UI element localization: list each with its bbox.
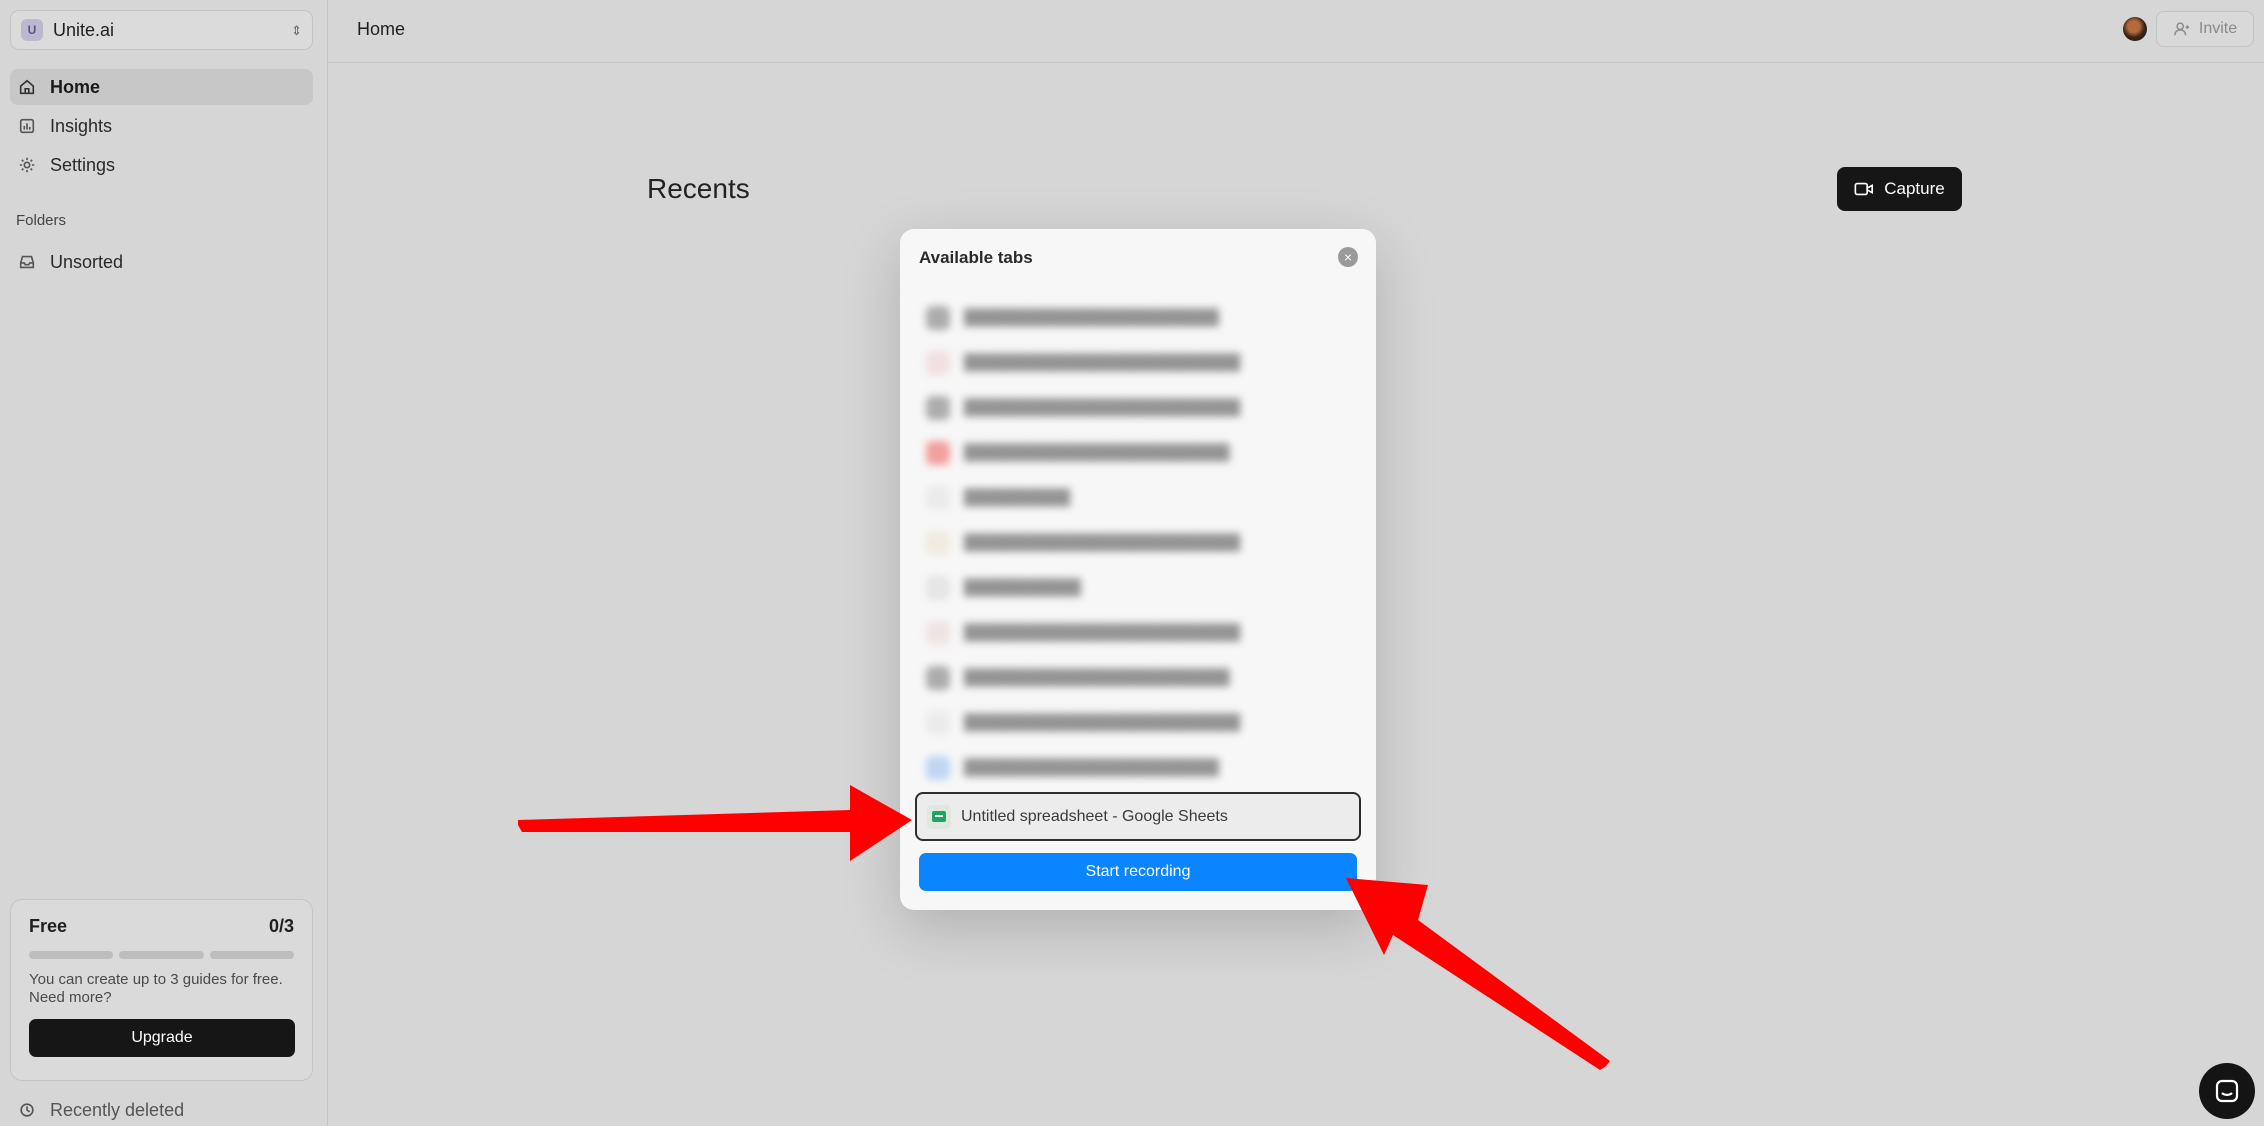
inbox-icon [18, 253, 36, 271]
tab-title-redacted: ████████████████████████ [964, 759, 1220, 776]
favicon-icon [926, 755, 950, 780]
favicon-icon [926, 620, 950, 645]
list-item[interactable]: ███████████ [918, 565, 1358, 610]
favicon-icon [926, 710, 950, 735]
favicon-icon [926, 485, 950, 510]
list-item[interactable]: ██████████████████████████ [918, 340, 1358, 385]
avatar[interactable] [2123, 17, 2147, 41]
list-item[interactable]: ████████████████████████ [918, 295, 1358, 340]
sidebar-item-label: Insights [50, 115, 113, 136]
selected-tab-item[interactable]: Untitled spreadsheet - Google Sheets [915, 792, 1361, 841]
plan-usage-count: 0/3 [268, 916, 294, 936]
sidebar-item-label: Unsorted [50, 251, 124, 272]
annotation-arrow-left [518, 785, 912, 861]
chart-icon [18, 117, 36, 135]
recents-heading: Recents [647, 173, 750, 204]
gear-icon [18, 156, 36, 174]
tab-list: ████████████████████████ ███████████████… [918, 295, 1358, 795]
google-sheets-icon [927, 804, 951, 829]
sidebar-item-home[interactable]: Home [10, 69, 313, 105]
dialog-title: Available tabs [919, 248, 1033, 267]
page-title: Home [357, 19, 406, 39]
chat-icon [2215, 1079, 2239, 1103]
list-item[interactable]: ██████████████████████████ [918, 520, 1358, 565]
trash-restore-icon [18, 1101, 36, 1119]
list-item[interactable]: ██████████████████████████ [918, 610, 1358, 655]
list-item[interactable]: █████████████████████████ [918, 655, 1358, 700]
workspace-badge: U [21, 19, 43, 41]
annotation-arrow-right [1346, 878, 1610, 1070]
tab-title-redacted: ███████████ [964, 579, 1081, 596]
tab-title-redacted: ████████████████████████ [964, 309, 1220, 326]
workspace-switcher[interactable]: U Unite.ai ⇕ [10, 10, 313, 50]
sidebar-item-label: Home [50, 76, 101, 97]
favicon-icon [926, 395, 950, 420]
start-recording-button[interactable]: Start recording [919, 853, 1357, 891]
available-tabs-dialog: Available tabs × ███████████████████████… [900, 229, 1376, 910]
capture-label: Capture [1884, 179, 1945, 198]
favicon-icon [926, 440, 950, 465]
capture-button[interactable]: Capture [1837, 167, 1962, 211]
usage-segment [209, 951, 294, 959]
sidebar-item-unsorted[interactable]: Unsorted [10, 244, 313, 280]
chat-launcher-button[interactable] [2199, 1063, 2255, 1119]
top-bar: Home Invite [328, 0, 2264, 63]
chevron-up-down-icon: ⇕ [291, 22, 302, 38]
tab-title-redacted: ██████████████████████████ [964, 624, 1241, 641]
favicon-icon [926, 305, 950, 330]
tab-title-redacted: ██████████████████████████ [964, 399, 1241, 416]
tab-title-redacted: ██████████████████████████ [964, 714, 1241, 731]
invite-button[interactable]: Invite [2156, 11, 2254, 47]
list-item[interactable]: ██████████ [918, 475, 1358, 520]
list-item[interactable]: █████████████████████████ [918, 430, 1358, 475]
plan-name: Free [29, 916, 68, 936]
usage-segment [29, 951, 114, 959]
workspace-name: Unite.ai [53, 19, 115, 40]
sidebar: U Unite.ai ⇕ Home Insights Settings Fold… [0, 0, 328, 1126]
video-camera-icon [1854, 182, 1874, 196]
list-item[interactable]: ██████████████████████████ [918, 385, 1358, 430]
sidebar-item-label: Settings [50, 154, 116, 175]
tab-title-redacted: ██████████████████████████ [964, 534, 1241, 551]
tab-title-redacted: █████████████████████████ [964, 444, 1230, 461]
favicon-icon [926, 530, 950, 555]
plan-description: You can create up to 3 guides for free. … [29, 971, 283, 1006]
tab-title-redacted: ██████████████████████████ [964, 354, 1241, 371]
favicon-icon [926, 350, 950, 375]
favicon-icon [926, 665, 950, 690]
selected-tab-label: Untitled spreadsheet - Google Sheets [961, 807, 1228, 825]
sidebar-item-label: Recently deleted [50, 1099, 185, 1120]
list-item[interactable]: ████████████████████████ [918, 745, 1358, 790]
upgrade-button[interactable]: Upgrade [29, 1019, 295, 1057]
favicon-icon [926, 575, 950, 600]
sidebar-item-settings[interactable]: Settings [10, 147, 313, 183]
sidebar-item-recently-deleted[interactable]: Recently deleted [10, 1092, 313, 1126]
add-user-icon [2173, 22, 2190, 36]
sidebar-item-insights[interactable]: Insights [10, 108, 313, 144]
tab-title-redacted: █████████████████████████ [964, 669, 1230, 686]
close-icon[interactable]: × [1338, 247, 1358, 267]
plan-card: Free 0/3 You can create up to 3 guides f… [10, 899, 313, 1081]
invite-label: Invite [2198, 20, 2238, 37]
usage-segment [119, 951, 204, 959]
folders-heading: Folders [16, 212, 67, 229]
plan-usage-bars [29, 951, 294, 959]
home-icon [18, 78, 36, 96]
list-item[interactable]: ██████████████████████████ [918, 700, 1358, 745]
tab-title-redacted: ██████████ [964, 489, 1071, 506]
